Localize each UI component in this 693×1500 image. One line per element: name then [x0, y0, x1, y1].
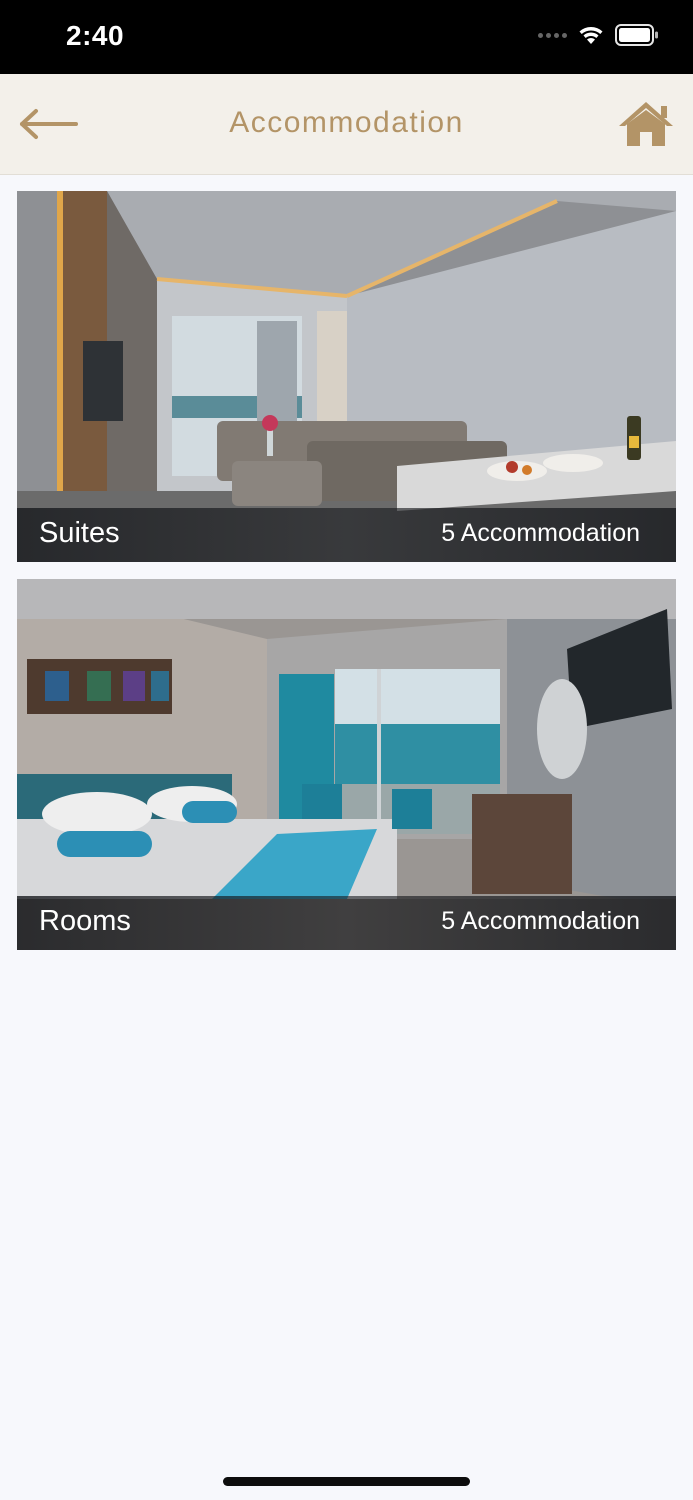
wifi-icon [579, 27, 603, 44]
home-indicator[interactable] [223, 1477, 470, 1486]
category-name: Suites [39, 517, 120, 549]
room-photo [17, 579, 676, 950]
accommodation-count: 5 Accommodation [441, 907, 640, 935]
category-card-suites[interactable]: Suites 5 Accommodation [17, 191, 676, 562]
page-title: Accommodation [229, 106, 464, 139]
home-icon [619, 102, 673, 146]
category-card-rooms[interactable]: Rooms 5 Accommodation [17, 579, 676, 950]
status-bar: 2:40 [0, 0, 693, 74]
status-time: 2:40 [66, 20, 125, 51]
battery-icon [615, 24, 658, 46]
status-icons [538, 24, 659, 46]
accommodation-count: 5 Accommodation [441, 519, 640, 547]
navigation-bar: Accommodation [0, 74, 693, 175]
home-button[interactable] [617, 100, 675, 150]
card-caption: Suites 5 Accommodation [17, 508, 676, 562]
suite-photo [17, 191, 676, 562]
cellular-signal-icon [538, 32, 567, 38]
card-caption: Rooms 5 Accommodation [17, 896, 676, 950]
category-name: Rooms [39, 905, 131, 937]
